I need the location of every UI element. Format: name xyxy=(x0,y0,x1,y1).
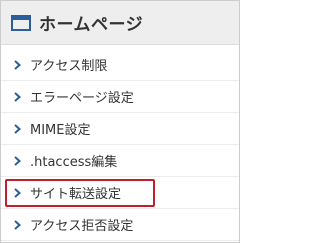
menu-item-label: .htaccess編集 xyxy=(30,155,118,170)
menu-item-site-redirect-settings[interactable]: サイト転送設定 xyxy=(1,177,239,209)
menu-list: アクセス制限 エラーページ設定 MIME設定 .htaccess編集 サイト転送… xyxy=(1,49,239,241)
menu-item-access-deny-settings[interactable]: アクセス拒否設定 xyxy=(1,209,239,241)
chevron-right-icon xyxy=(14,155,22,166)
menu-item-label: アクセス拒否設定 xyxy=(30,219,134,234)
homepage-menu-panel: ホームページ アクセス制限 エラーページ設定 MIME設定 .htaccess編… xyxy=(0,0,240,243)
chevron-right-icon xyxy=(14,59,22,70)
menu-item-label: アクセス制限 xyxy=(30,59,108,74)
menu-item-access-restriction[interactable]: アクセス制限 xyxy=(1,49,239,81)
menu-item-mime-settings[interactable]: MIME設定 xyxy=(1,113,239,145)
menu-item-label: MIME設定 xyxy=(30,123,91,138)
menu-item-label: エラーページ設定 xyxy=(30,91,134,106)
chevron-right-icon xyxy=(14,123,22,134)
menu-item-error-page-settings[interactable]: エラーページ設定 xyxy=(1,81,239,113)
browser-window-icon xyxy=(11,14,31,31)
menu-item-label: サイト転送設定 xyxy=(30,187,122,202)
panel-header: ホームページ xyxy=(1,1,239,45)
panel-title: ホームページ xyxy=(39,15,144,35)
chevron-right-icon xyxy=(14,187,22,198)
menu-item-htaccess-edit[interactable]: .htaccess編集 xyxy=(1,145,239,177)
chevron-right-icon xyxy=(14,219,22,230)
chevron-right-icon xyxy=(14,91,22,102)
